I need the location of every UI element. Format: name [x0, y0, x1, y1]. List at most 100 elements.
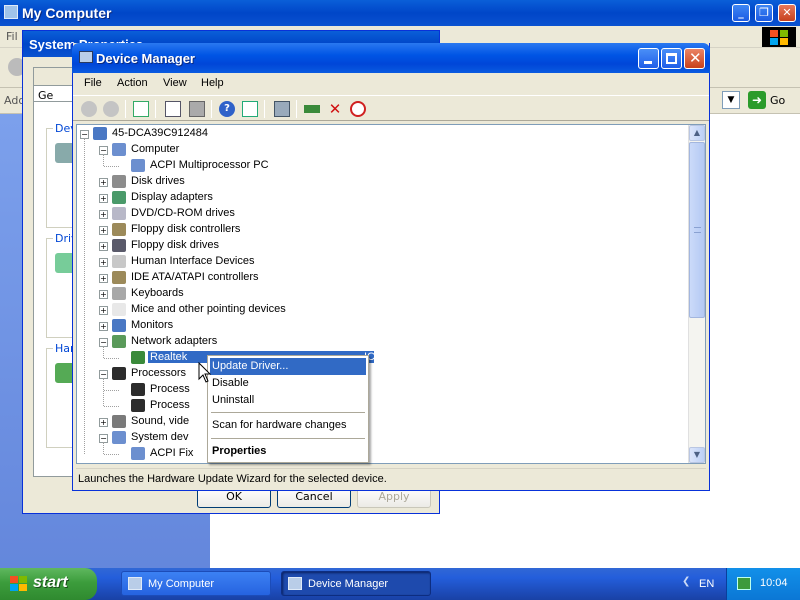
tree-item-label[interactable]: Keyboards — [129, 287, 186, 299]
expand-icon[interactable]: + — [99, 194, 108, 203]
go-button[interactable]: Go — [770, 94, 785, 107]
update-driver-icon[interactable] — [304, 105, 320, 113]
tree-item-label[interactable]: System dev — [129, 431, 190, 443]
tree-connector — [104, 390, 119, 391]
taskbar-button-device-manager[interactable]: Device Manager — [281, 571, 431, 596]
tree-row[interactable]: + Disk drives — [77, 174, 687, 190]
expand-icon[interactable]: + — [99, 226, 108, 235]
expand-icon[interactable]: + — [99, 322, 108, 331]
tree-item-label[interactable]: Network adapters — [129, 335, 219, 347]
minimize-button[interactable]: _ — [732, 4, 750, 22]
expand-icon[interactable]: + — [99, 178, 108, 187]
tree-row[interactable]: + Human Interface Devices — [77, 254, 687, 270]
tree-item-label[interactable]: Sound, vide — [129, 415, 191, 427]
close-button[interactable]: ✕ — [778, 4, 796, 22]
scroll-up-icon[interactable]: ▲ — [689, 125, 705, 141]
scroll-down-icon[interactable]: ▼ — [689, 447, 705, 463]
expand-icon[interactable]: + — [99, 242, 108, 251]
back-icon[interactable] — [81, 101, 97, 117]
menu-uninstall[interactable]: Uninstall — [210, 392, 366, 409]
tree-item-label[interactable]: Floppy disk controllers — [129, 223, 242, 235]
tree-row[interactable]: Process — [77, 398, 687, 414]
start-button[interactable]: start — [0, 568, 97, 600]
tree-item-label[interactable]: Process — [148, 399, 192, 411]
menu-file[interactable]: File — [84, 77, 102, 89]
tree-item-label[interactable]: Process — [148, 383, 192, 395]
tree-row[interactable]: + DVD/CD-ROM drives — [77, 206, 687, 222]
menu-update-driver[interactable]: Update Driver... — [210, 358, 366, 375]
tree-row[interactable]: + Keyboards — [77, 286, 687, 302]
my-computer-titlebar[interactable]: My Computer _ ❐ ✕ — [0, 0, 800, 26]
system-tray: 10:04 — [726, 568, 800, 600]
tree-row[interactable]: −45-DCA39C912484 — [77, 126, 687, 142]
forward-icon[interactable] — [103, 101, 119, 117]
show-hide-icon[interactable] — [242, 101, 258, 117]
maximize-button[interactable]: ❐ — [755, 4, 773, 22]
tree-item-label[interactable]: Monitors — [129, 319, 175, 331]
clock[interactable]: 10:04 — [760, 577, 788, 589]
tree-row[interactable]: + Sound, vide — [77, 414, 687, 430]
menu-view[interactable]: View — [163, 77, 187, 89]
tree-item-label[interactable]: Disk drives — [129, 175, 187, 187]
network-tray-icon[interactable] — [737, 577, 751, 590]
tree-row[interactable]: ACPI Multiprocessor PC — [77, 158, 687, 174]
tree-row[interactable]: − Computer — [77, 142, 687, 158]
tree-item-label[interactable]: DVD/CD-ROM drives — [129, 207, 237, 219]
minimize-button[interactable] — [638, 48, 659, 69]
tree-row[interactable]: + Display adapters — [77, 190, 687, 206]
vertical-scrollbar[interactable]: ▲ ▼ — [688, 125, 705, 463]
tree-row[interactable]: − Network adapters — [77, 334, 687, 350]
tree-item-label[interactable]: ACPI Multiprocessor PC — [148, 159, 271, 171]
expand-icon[interactable]: + — [99, 306, 108, 315]
expand-icon[interactable]: + — [99, 210, 108, 219]
tree-item-label[interactable]: Human Interface Devices — [129, 255, 257, 267]
tree-connector — [84, 138, 85, 454]
tree-row[interactable]: + IDE ATA/ATAPI controllers — [77, 270, 687, 286]
scan-hardware-icon[interactable] — [274, 101, 290, 117]
tree-row[interactable]: + Monitors — [77, 318, 687, 334]
tray-expand-icon[interactable]: ❮ — [682, 576, 694, 592]
tree-row[interactable]: + Floppy disk controllers — [77, 222, 687, 238]
properties-icon[interactable] — [165, 101, 181, 117]
tree-row[interactable]: − System dev — [77, 430, 687, 446]
tree-item-label[interactable]: Mice and other pointing devices — [129, 303, 288, 315]
tree-item-label[interactable]: Display adapters — [129, 191, 215, 203]
menu-disable[interactable]: Disable — [210, 375, 366, 392]
console-tree-icon[interactable] — [133, 101, 149, 117]
menu-file[interactable]: Fil — [6, 30, 18, 43]
tree-item-label[interactable]: ACPI Fix — [148, 447, 195, 459]
expand-icon[interactable]: + — [99, 258, 108, 267]
expand-icon[interactable]: + — [99, 290, 108, 299]
tree-item-label[interactable]: 45-DCA39C912484 — [110, 127, 210, 139]
tree-row[interactable]: Realtek IC — [77, 350, 687, 366]
print-icon[interactable] — [189, 101, 205, 117]
windows-logo-icon — [10, 576, 28, 592]
tree-item-label[interactable]: IDE ATA/ATAPI controllers — [129, 271, 261, 283]
disable-icon[interactable] — [350, 101, 366, 117]
expand-icon[interactable]: + — [99, 274, 108, 283]
tree-row[interactable]: ACPI Fix — [77, 446, 687, 462]
tree-item-label[interactable]: Floppy disk drives — [129, 239, 221, 251]
tree-item-label[interactable]: Computer — [129, 143, 181, 155]
menu-action[interactable]: Action — [117, 77, 148, 89]
taskbar-button-my-computer[interactable]: My Computer — [121, 571, 271, 596]
address-dropdown[interactable]: ▼ — [722, 91, 740, 109]
menu-scan-hardware[interactable]: Scan for hardware changes — [210, 417, 366, 434]
scroll-thumb[interactable] — [689, 142, 705, 318]
status-text: Launches the Hardware Update Wizard for … — [78, 473, 387, 485]
close-button[interactable]: ✕ — [684, 48, 705, 69]
menu-properties[interactable]: Properties — [210, 443, 366, 460]
expand-icon[interactable]: + — [99, 418, 108, 427]
tree-row[interactable]: Process — [77, 382, 687, 398]
menu-help[interactable]: Help — [201, 77, 224, 89]
uninstall-icon[interactable]: ✕ — [327, 101, 343, 117]
tree-item-label[interactable]: Processors — [129, 367, 188, 379]
tree-row[interactable]: + Floppy disk drives — [77, 238, 687, 254]
help-icon[interactable]: ? — [219, 101, 235, 117]
tree-row[interactable]: + Mice and other pointing devices — [77, 302, 687, 318]
maximize-button[interactable] — [661, 48, 682, 69]
go-arrow-icon[interactable]: ➜ — [748, 91, 766, 109]
tree-row[interactable]: − Processors — [77, 366, 687, 382]
device-manager-titlebar[interactable]: Device Manager ✕ — [72, 43, 710, 73]
language-indicator[interactable]: EN — [699, 578, 714, 590]
